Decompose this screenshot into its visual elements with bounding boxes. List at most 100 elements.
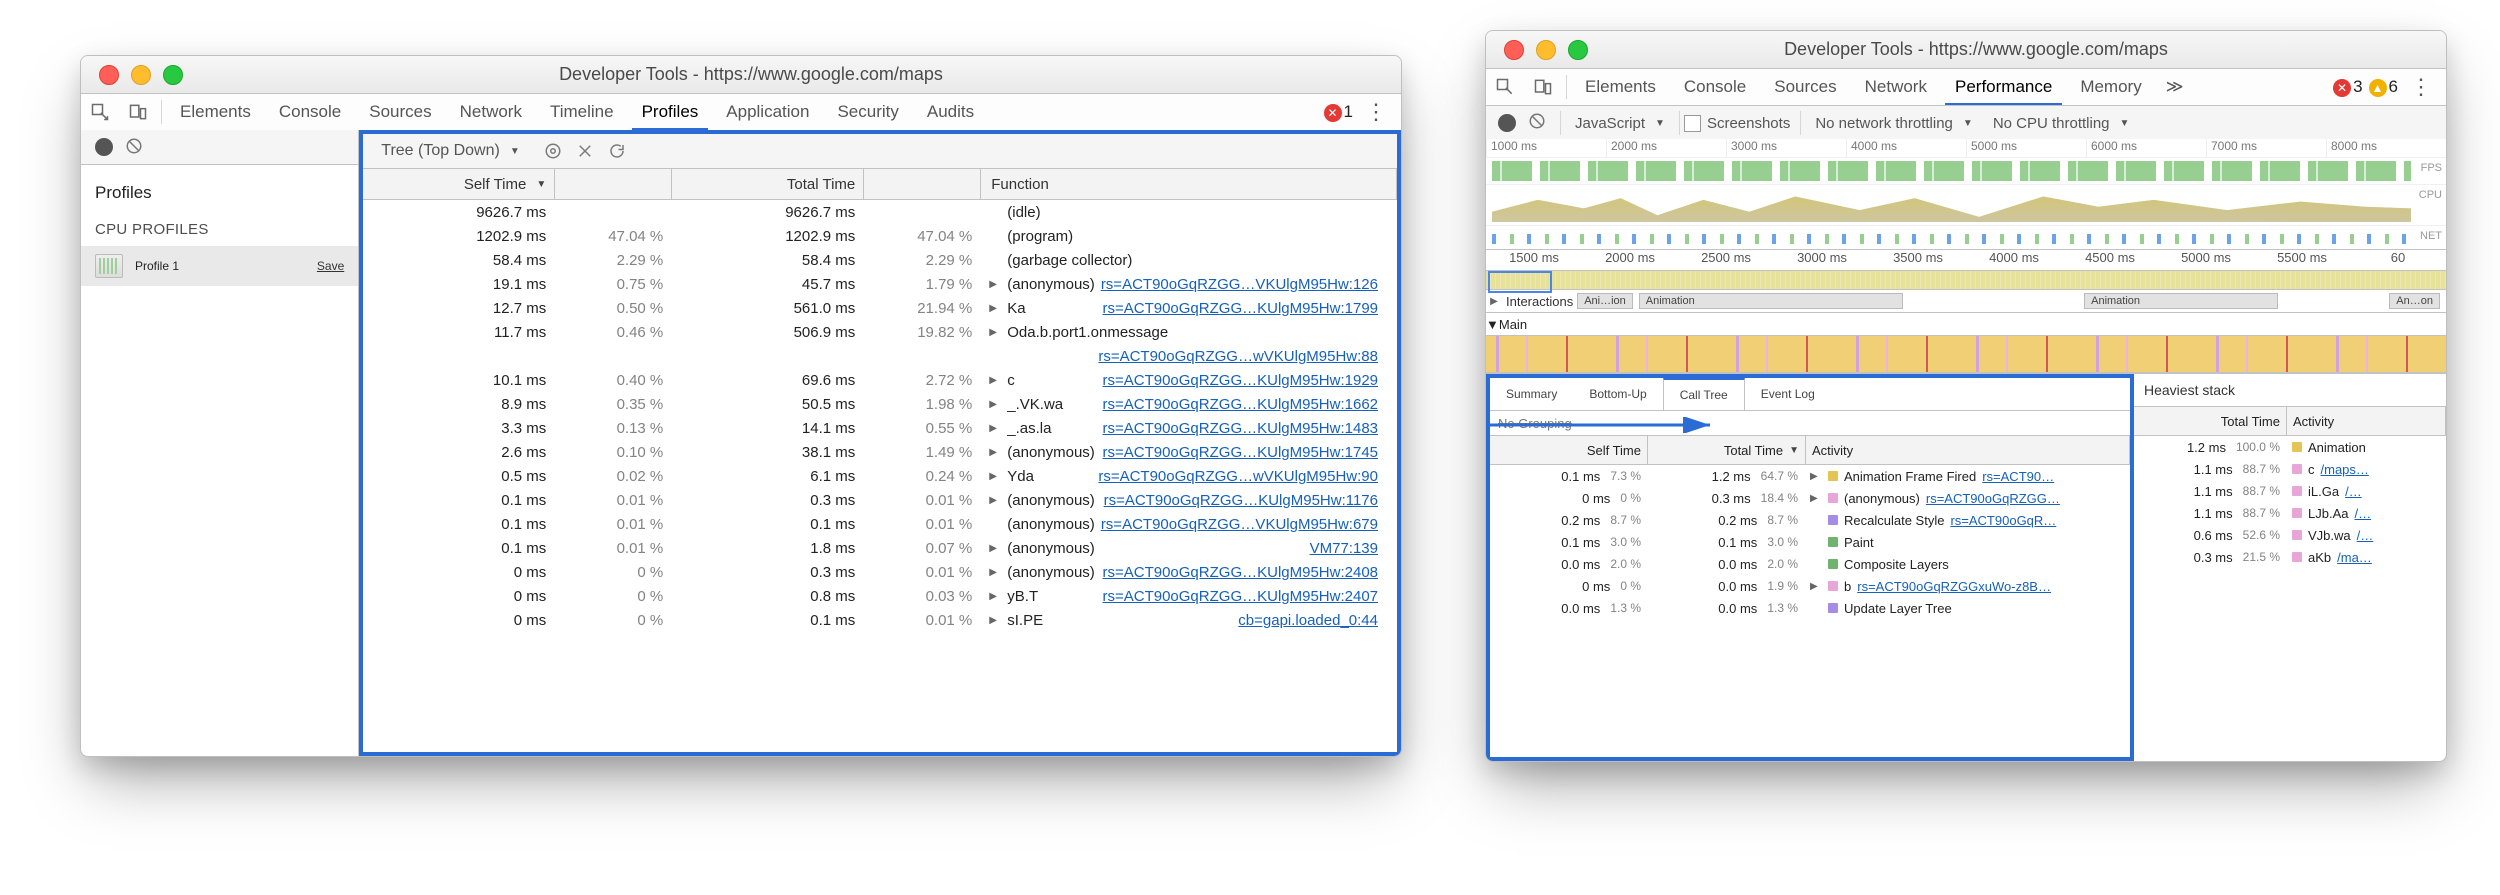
error-badge[interactable]: ✕3 (2333, 77, 2362, 97)
source-link[interactable]: /maps… (2321, 462, 2369, 477)
inspect-icon[interactable] (81, 102, 119, 122)
hv-col-total[interactable]: Total Time (2134, 407, 2287, 435)
profile-row[interactable]: 0 ms0 %0.3 ms0.01 %▶(anonymous)rs=ACT90o… (363, 560, 1397, 584)
focus-icon[interactable] (544, 142, 562, 160)
tab-performance[interactable]: Performance (1941, 69, 2066, 105)
bottom-tab-summary[interactable]: Summary (1490, 378, 1573, 410)
tab-audits[interactable]: Audits (913, 94, 988, 130)
ct-col-self[interactable]: Self Time (1490, 436, 1648, 464)
col-function[interactable]: Function (981, 169, 1397, 199)
interactions-lane[interactable]: ▶ Interactions Ani…ion Animation Animati… (1486, 290, 2446, 313)
source-link[interactable]: cb=gapi.loaded_0:44 (1238, 612, 1388, 629)
profile-row[interactable]: 3.3 ms0.13 %14.1 ms0.55 %▶_.as.lars=ACT9… (363, 416, 1397, 440)
col-self-time[interactable]: Self Time▼ (363, 169, 555, 199)
save-link[interactable]: Save (317, 259, 344, 273)
overview-scrubber[interactable] (1486, 271, 2446, 290)
tab-console[interactable]: Console (1670, 69, 1760, 105)
source-link[interactable]: rs=ACT90oGqRZGG…KUlgM95Hw:1662 (1102, 396, 1388, 413)
clear-icon[interactable] (1528, 112, 1546, 134)
source-link[interactable]: rs=ACT90oGqRZGG…KUlgM95Hw:2407 (1102, 588, 1388, 605)
bottom-tab-bottom-up[interactable]: Bottom-Up (1573, 378, 1662, 410)
source-link[interactable]: rs=ACT90oGqRZGG…KUlgM95Hw:1483 (1102, 420, 1388, 437)
source-link[interactable]: /… (2354, 506, 2371, 521)
main-lane-header[interactable]: ▼Main (1486, 313, 2446, 336)
warning-badge[interactable]: ▲6 (2369, 77, 2398, 97)
call-tree-row[interactable]: 0 ms0 %0.3 ms18.4 %▶(anonymous) rs=ACT90… (1490, 487, 2130, 509)
call-tree-row[interactable]: 0.0 ms2.0 %0.0 ms2.0 %Composite Layers (1490, 553, 2130, 575)
call-tree-row[interactable]: 0.2 ms8.7 %0.2 ms8.7 %Recalculate Style … (1490, 509, 2130, 531)
source-link[interactable]: rs=ACT90oGqRZGG…KUlgM95Hw:2408 (1102, 564, 1388, 581)
ct-col-total[interactable]: Total Time▼ (1648, 436, 1806, 464)
tab-elements[interactable]: Elements (1571, 69, 1670, 105)
language-dropdown[interactable]: JavaScript▼ (1575, 115, 1665, 132)
bottom-tab-event-log[interactable]: Event Log (1745, 378, 1831, 410)
profile-row[interactable]: 10.1 ms0.40 %69.6 ms2.72 %▶crs=ACT90oGqR… (363, 368, 1397, 392)
source-link[interactable]: rs=ACT90oGqRZGG…VKUlgM95Hw:126 (1101, 276, 1388, 293)
bottom-tab-call-tree[interactable]: Call Tree (1663, 378, 1745, 410)
record-button[interactable] (95, 138, 113, 156)
tab-network[interactable]: Network (1851, 69, 1941, 105)
source-link[interactable]: rs=ACT90oGqRZGG…KUlgM95Hw:1799 (1102, 300, 1388, 317)
profile-row[interactable]: 0.5 ms0.02 %6.1 ms0.24 %▶Ydars=ACT90oGqR… (363, 464, 1397, 488)
source-link[interactable]: rs=ACT90oGqRZGGxuWo-z8B… (1857, 579, 2051, 594)
profile-item[interactable]: Profile 1 Save (81, 246, 358, 286)
flame-chart[interactable] (1486, 336, 2446, 373)
source-link[interactable]: VM77:139 (1310, 540, 1388, 557)
tab-network[interactable]: Network (446, 94, 536, 130)
tab-memory[interactable]: Memory (2066, 69, 2155, 105)
profile-row[interactable]: 0 ms0 %0.1 ms0.01 %▶sI.PEcb=gapi.loaded_… (363, 608, 1397, 632)
more-menu-icon[interactable]: ⋮ (1359, 99, 1393, 125)
source-link[interactable]: /… (2357, 528, 2374, 543)
profile-row[interactable]: 1202.9 ms47.04 %1202.9 ms47.04 %(program… (363, 224, 1397, 248)
more-menu-icon[interactable]: ⋮ (2404, 74, 2438, 100)
source-link[interactable]: rs=ACT90oGqRZGG… (1926, 491, 2060, 506)
tab-timeline[interactable]: Timeline (536, 94, 628, 130)
inspect-icon[interactable] (1486, 77, 1524, 97)
heaviest-row[interactable]: 1.1 ms88.7 %iL.Ga /… (2134, 480, 2446, 502)
heaviest-row[interactable]: 1.1 ms88.7 %LJb.Aa /… (2134, 502, 2446, 524)
source-link[interactable]: /ma… (2337, 550, 2372, 565)
source-link[interactable]: rs=ACT90oGqRZGG…wVKUlgM95Hw:90 (1098, 468, 1388, 485)
profile-row[interactable]: rs=ACT90oGqRZGG…wVKUlgM95Hw:88 (363, 344, 1397, 368)
source-link[interactable]: rs=ACT90oGqRZGG…VKUlgM95Hw:679 (1101, 516, 1388, 533)
cpu-throttle-dropdown[interactable]: No CPU throttling▼ (1993, 115, 2130, 132)
network-throttle-dropdown[interactable]: No network throttling▼ (1815, 115, 1972, 132)
ct-col-activity[interactable]: Activity (1806, 436, 2130, 464)
profile-row[interactable]: 58.4 ms2.29 %58.4 ms2.29 %(garbage colle… (363, 248, 1397, 272)
delete-icon[interactable] (576, 142, 594, 160)
profile-row[interactable]: 2.6 ms0.10 %38.1 ms1.49 %▶(anonymous)rs=… (363, 440, 1397, 464)
device-toggle-icon[interactable] (1524, 77, 1562, 97)
profile-row[interactable]: 9626.7 ms9626.7 ms(idle) (363, 200, 1397, 224)
call-tree-row[interactable]: 0.1 ms7.3 %1.2 ms64.7 %▶Animation Frame … (1490, 465, 2130, 487)
screenshots-checkbox[interactable] (1684, 115, 1701, 132)
heaviest-row[interactable]: 0.3 ms21.5 %aKb /ma… (2134, 546, 2446, 568)
source-link[interactable]: rs=ACT90oGqRZGG…KUlgM95Hw:1929 (1102, 372, 1388, 389)
record-button[interactable] (1498, 114, 1516, 132)
source-link[interactable]: rs=ACT90oGqRZGG…KUlgM95Hw:1745 (1102, 444, 1388, 461)
hv-col-activity[interactable]: Activity (2287, 407, 2446, 435)
view-mode-dropdown[interactable]: Tree (Top Down)▼ (381, 142, 519, 160)
heaviest-row[interactable]: 1.2 ms100.0 %Animation (2134, 436, 2446, 458)
profile-row[interactable]: 11.7 ms0.46 %506.9 ms19.82 %▶Oda.b.port1… (363, 320, 1397, 344)
tab-sources[interactable]: Sources (355, 94, 445, 130)
device-toggle-icon[interactable] (119, 102, 157, 122)
tab-security[interactable]: Security (823, 94, 912, 130)
col-total-time[interactable]: Total Time (672, 169, 864, 199)
source-link[interactable]: rs=ACT90oGqRZGG…wVKUlgM95Hw:88 (1098, 348, 1388, 365)
profile-row[interactable]: 0.1 ms0.01 %0.1 ms0.01 %(anonymous)rs=AC… (363, 512, 1397, 536)
timeline-overview[interactable]: 1000 ms2000 ms3000 ms4000 ms5000 ms6000 … (1486, 139, 2446, 250)
detail-ruler[interactable]: 1500 ms2000 ms2500 ms3000 ms3500 ms4000 … (1486, 250, 2446, 271)
call-tree-row[interactable]: 0.1 ms3.0 %0.1 ms3.0 %Paint (1490, 531, 2130, 553)
heaviest-row[interactable]: 1.1 ms88.7 %c /maps… (2134, 458, 2446, 480)
profile-row[interactable]: 8.9 ms0.35 %50.5 ms1.98 %▶_.VK.wars=ACT9… (363, 392, 1397, 416)
profile-row[interactable]: 12.7 ms0.50 %561.0 ms21.94 %▶Kars=ACT90o… (363, 296, 1397, 320)
overflow-icon[interactable]: ≫ (2156, 77, 2194, 97)
tab-sources[interactable]: Sources (1760, 69, 1850, 105)
tab-application[interactable]: Application (712, 94, 823, 130)
tab-elements[interactable]: Elements (166, 94, 265, 130)
source-link[interactable]: rs=ACT90oGqRZGG…KUlgM95Hw:1176 (1104, 492, 1388, 509)
profile-row[interactable]: 0.1 ms0.01 %0.3 ms0.01 %▶(anonymous)rs=A… (363, 488, 1397, 512)
clear-icon[interactable] (125, 137, 143, 158)
heaviest-row[interactable]: 0.6 ms52.6 %VJb.wa /… (2134, 524, 2446, 546)
profile-row[interactable]: 0.1 ms0.01 %1.8 ms0.07 %▶(anonymous)VM77… (363, 536, 1397, 560)
